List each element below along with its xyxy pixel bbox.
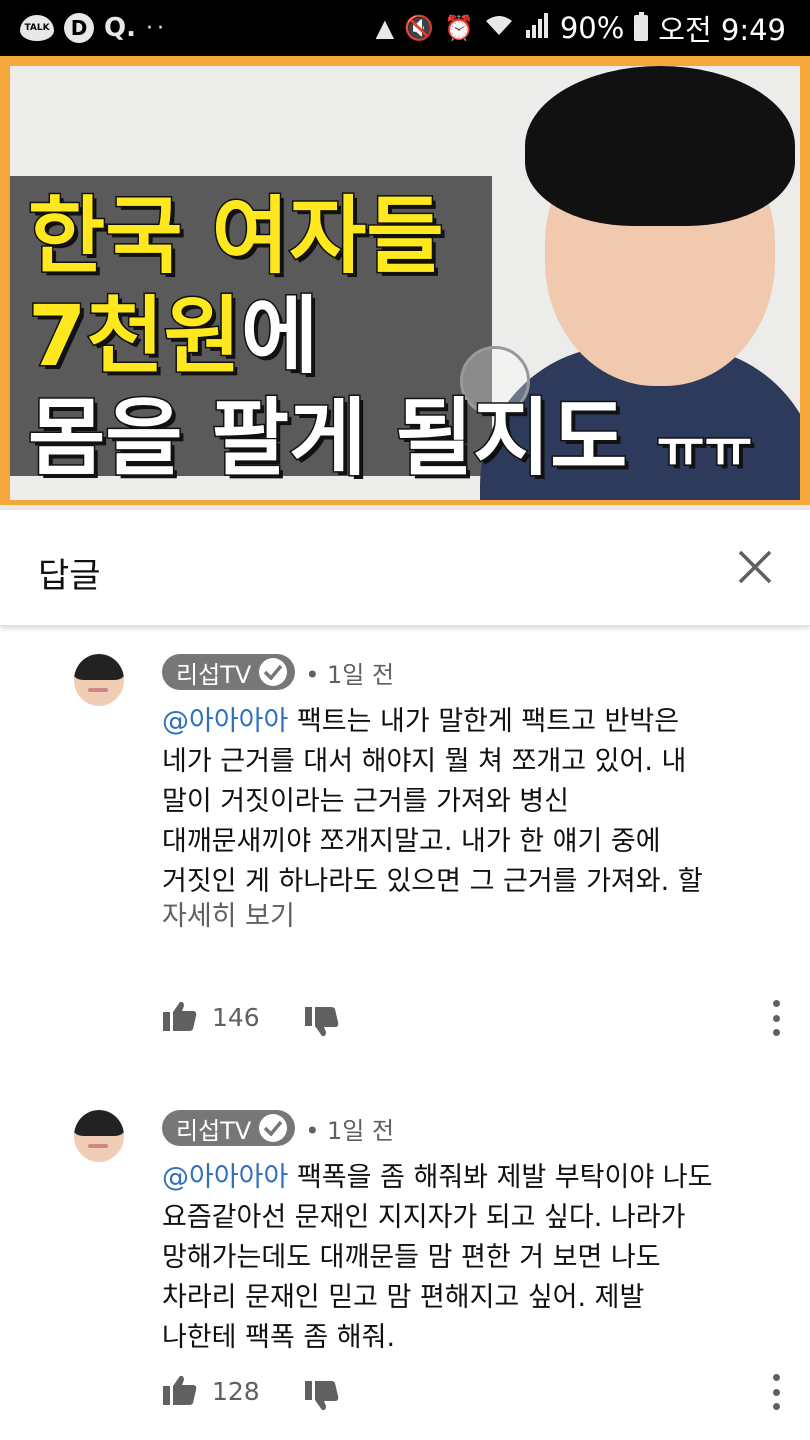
thumbs-down-icon [305, 1381, 339, 1411]
like-button[interactable] [162, 1374, 198, 1410]
wifi-icon [484, 13, 514, 43]
comment-actions: 146 [162, 1000, 782, 1040]
headline-line-3: 몸을 팔게 될지도 ㅠㅠ [26, 395, 754, 482]
mention-link[interactable]: @아아아아 [162, 706, 288, 737]
close-button[interactable] [730, 542, 780, 592]
comment-time: • 1일 전 [305, 660, 395, 689]
dislike-button[interactable] [304, 1380, 340, 1416]
comment-author-row: 리섭TV • 1일 전 [162, 654, 394, 690]
status-bar: TALK D Q. ·· ▲ 🔇 ⏰ 90% 오전 9:49 [0, 0, 810, 56]
person-hair [525, 66, 795, 226]
author-name: 리섭TV [176, 1116, 252, 1145]
status-bar-left: TALK D Q. ·· [20, 8, 168, 48]
comment-body: @아아아아 팩트는 내가 말한게 팩트고 반박은 네가 근거를 대서 해야지 뭘… [162, 702, 762, 902]
video-thumbnail[interactable]: 한국 여자들 7천원에 몸을 팔게 될지도 ㅠㅠ [10, 66, 800, 500]
battery-percent: 90% [559, 11, 625, 45]
headline-line-1: 한국 여자들 [27, 187, 446, 285]
battery-icon [634, 12, 649, 41]
verified-check-icon [259, 1114, 288, 1142]
mention-link[interactable]: @아아아아 [162, 1162, 288, 1193]
read-more-link[interactable]: 자세히 보기 [162, 894, 295, 933]
comment-item: 리섭TV • 1일 전 @아아아아 팩폭을 좀 해줘봐 제발 부탁이야 나도 요… [0, 1110, 810, 1440]
more-options-button[interactable] [770, 1374, 782, 1410]
like-button[interactable] [162, 1000, 198, 1036]
thumbs-up-icon [163, 1001, 197, 1031]
comment-item: 리섭TV • 1일 전 @아아아아 팩트는 내가 말한게 팩트고 반박은 네가 … [0, 654, 810, 1054]
kakaotalk-icon: TALK [20, 15, 54, 41]
thumbs-down-icon [305, 1007, 339, 1037]
comment-actions: 128 [162, 1374, 782, 1414]
comment-author-row: 리섭TV • 1일 전 [162, 1110, 394, 1146]
alarm-icon: ⏰ [443, 14, 474, 42]
more-options-button[interactable] [770, 1000, 782, 1036]
comment-body: @아아아아 팩폭을 좀 해줘봐 제발 부탁이야 나도 요즘같아선 문재인 지지자… [162, 1158, 762, 1358]
replies-title: 답글 [38, 556, 101, 596]
headline-line-2: 7천원에 [26, 293, 319, 380]
q-app-icon: Q. [104, 13, 136, 43]
app-notification-icon: D [64, 13, 94, 43]
thumbs-up-icon [163, 1375, 197, 1405]
close-icon [738, 550, 772, 584]
avatar[interactable] [74, 654, 124, 706]
video-player[interactable]: 한국 여자들 7천원에 몸을 팔게 될지도 ㅠㅠ [0, 56, 810, 510]
notification-icon: ▲ [375, 14, 395, 42]
headline-line-2-white: 에 [240, 287, 320, 385]
author-name: 리섭TV [176, 660, 252, 689]
headline-line-3-suffix: ㅠㅠ [655, 420, 754, 480]
comment-time: • 1일 전 [305, 1116, 395, 1145]
mute-icon: 🔇 [404, 14, 434, 42]
author-badge[interactable]: 리섭TV [162, 654, 296, 690]
like-count: 128 [212, 1377, 260, 1406]
clock: 오전 9:49 [658, 13, 786, 47]
headline-line-3-main: 몸을 팔게 될지도 [26, 389, 628, 487]
replies-header: 답글 [0, 510, 810, 626]
dislike-button[interactable] [304, 1006, 340, 1042]
author-badge[interactable]: 리섭TV [162, 1110, 296, 1146]
like-count: 146 [212, 1003, 260, 1032]
headline-line-2-yellow: 7천원 [26, 287, 242, 385]
verified-check-icon [259, 658, 288, 686]
avatar[interactable] [74, 1110, 124, 1162]
status-bar-right: ▲ 🔇 ⏰ 90% 오전 9:49 [376, 8, 786, 48]
more-notifications-icon: ·· [145, 15, 168, 41]
signal-icon [524, 12, 550, 44]
